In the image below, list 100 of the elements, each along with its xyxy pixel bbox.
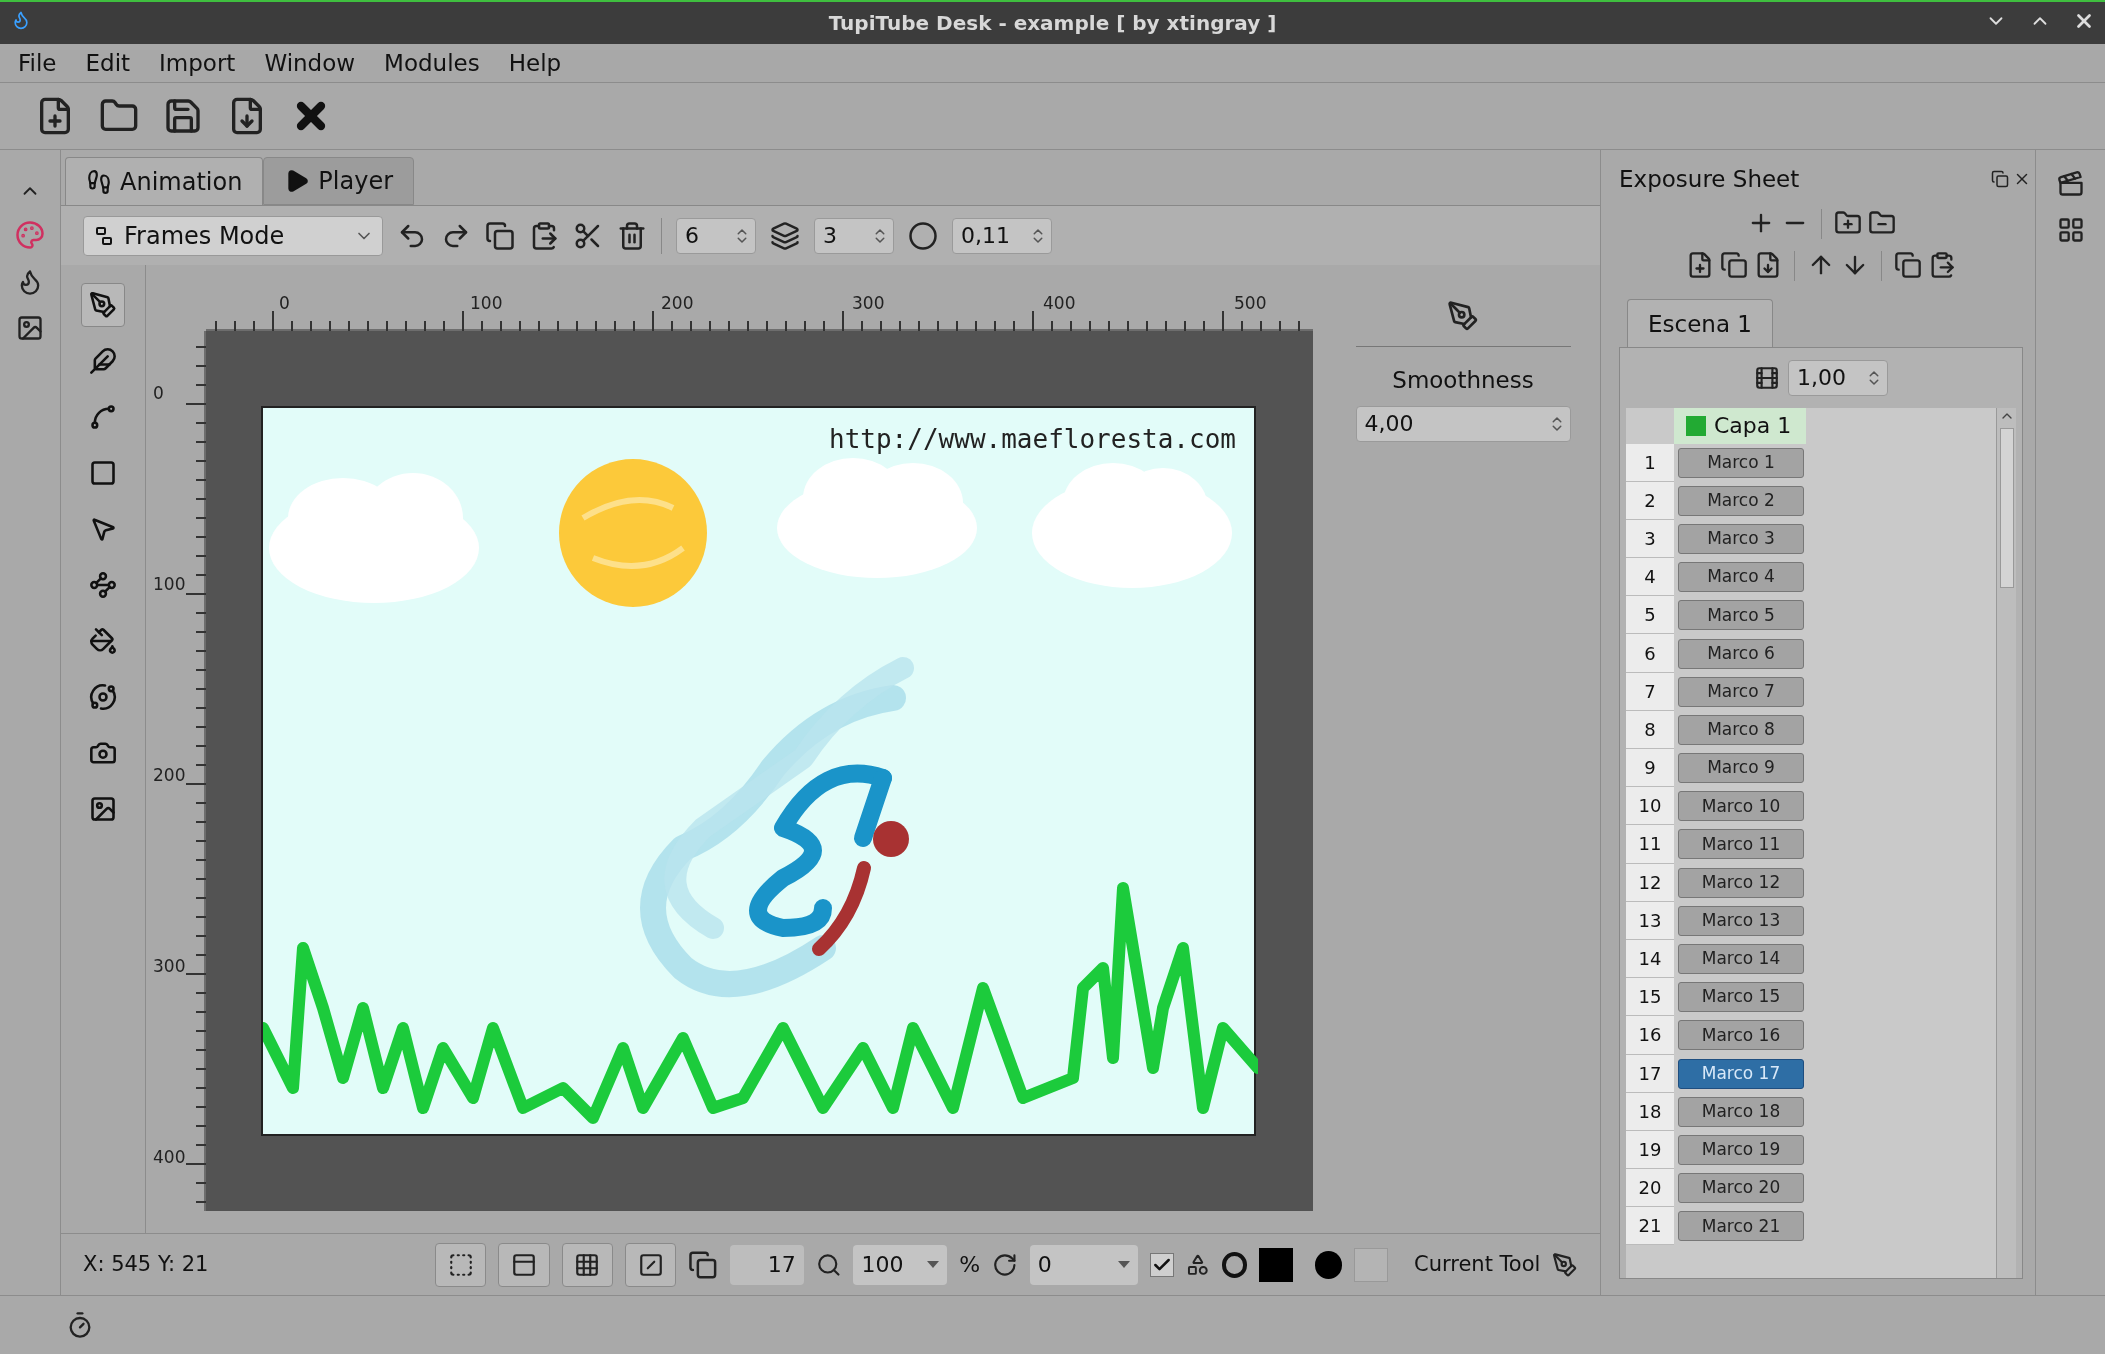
row-number: 6 (1626, 634, 1674, 673)
ruler-label: 400 (153, 1146, 186, 1169)
row-number: 12 (1626, 863, 1674, 902)
mode-dropdown[interactable]: Frames Mode (83, 215, 383, 256)
grid-icon (574, 1251, 601, 1278)
stroke-color-swatch[interactable] (1259, 1247, 1293, 1282)
folder-minus-icon[interactable] (1867, 208, 1896, 237)
row-number: 10 (1626, 787, 1674, 826)
camera-icon (89, 739, 117, 767)
pen-icon (89, 291, 117, 319)
caret-icon[interactable] (927, 1261, 940, 1268)
clapperboard-icon[interactable] (2056, 170, 2085, 198)
rotate-icon[interactable] (992, 1251, 1018, 1278)
frame-cell[interactable]: Marco 16 (1678, 1020, 1804, 1051)
zoom-combobox[interactable]: 100 (853, 1244, 948, 1285)
row-number: 8 (1626, 710, 1674, 749)
frame-cell[interactable]: Marco 5 (1678, 600, 1804, 631)
layers-icon[interactable] (770, 220, 800, 251)
smoothness-spinbox[interactable]: 4,00 (1355, 405, 1571, 442)
ruler-label: 300 (153, 955, 186, 978)
frame-cell[interactable]: Marco 10 (1678, 791, 1804, 822)
frame-number-field[interactable]: 17 (729, 1244, 804, 1285)
fill-color-swatch[interactable] (1354, 1247, 1388, 1282)
menu-item[interactable]: Edit (85, 45, 131, 81)
tab[interactable]: Animation (65, 157, 264, 205)
frame-cell[interactable]: Marco 19 (1678, 1134, 1804, 1165)
row-number: 19 (1626, 1130, 1674, 1170)
row-number: 1 (1626, 443, 1674, 482)
stack-icon[interactable] (688, 1249, 718, 1280)
ruler-label: 0 (279, 292, 290, 315)
rotation-combobox[interactable]: 0 (1029, 1244, 1139, 1285)
view-button[interactable] (498, 1242, 550, 1287)
menu-item[interactable]: Help (508, 45, 562, 81)
smoothness-label: Smoothness (1392, 366, 1534, 395)
ruler-label: 200 (153, 764, 186, 787)
checkbox[interactable] (1150, 1252, 1174, 1277)
bucket-icon (89, 627, 117, 655)
grid-icon[interactable] (2056, 216, 2085, 244)
frame-cell[interactable]: Marco 12 (1678, 867, 1804, 898)
pen-icon (1552, 1251, 1578, 1278)
row-number: 13 (1626, 901, 1674, 940)
float-icon[interactable] (1991, 170, 2009, 189)
frame-cell[interactable]: Marco 2 (1678, 485, 1804, 516)
pen-icon (1447, 300, 1479, 332)
image-icon[interactable] (16, 314, 44, 342)
trash-icon[interactable] (617, 220, 647, 251)
shapes-icon[interactable] (1185, 1252, 1210, 1277)
view-button[interactable] (624, 1242, 677, 1287)
menu-item[interactable]: Window (264, 45, 356, 81)
frame-cell[interactable]: Marco 9 (1678, 753, 1804, 784)
frame-cell[interactable]: Marco 21 (1678, 1211, 1804, 1242)
onion-previous-spinbox[interactable]: 6 (676, 217, 756, 254)
panel-title: Exposure Sheet (1619, 165, 1800, 194)
row-number: 7 (1626, 672, 1674, 711)
ruler-label: 500 (1234, 292, 1267, 315)
row-number: 2 (1626, 481, 1674, 520)
copy-icon[interactable] (1894, 250, 1922, 279)
menu-item[interactable]: File (18, 45, 57, 81)
frame-cell[interactable]: Marco 17 (1678, 1058, 1804, 1089)
row-number: 9 (1626, 749, 1674, 788)
frame-cell[interactable]: Marco 7 (1678, 676, 1804, 707)
view-button[interactable] (561, 1242, 613, 1287)
circle-path-icon (89, 683, 117, 711)
frame-cell[interactable]: Marco 18 (1678, 1096, 1804, 1127)
layer-header[interactable]: Capa 1 (1674, 407, 1806, 444)
fps-spinbox[interactable]: 1,00 (1788, 359, 1888, 396)
menu-item[interactable]: Modules (384, 45, 480, 81)
save-icon[interactable] (163, 96, 203, 136)
menu-item[interactable]: Import (159, 45, 236, 81)
frame-cell[interactable]: Marco 4 (1678, 562, 1804, 593)
frame-cell[interactable]: Marco 14 (1678, 944, 1804, 975)
copy-icon[interactable] (485, 220, 515, 251)
tool-button[interactable] (81, 283, 125, 327)
frame-cell[interactable]: Marco 15 (1678, 982, 1804, 1013)
row-number: 5 (1626, 596, 1674, 635)
opacity-spinbox[interactable]: 0,11 (952, 217, 1052, 254)
view-button[interactable] (435, 1242, 487, 1287)
zoom-icon[interactable] (815, 1251, 842, 1278)
frame-cell[interactable]: Marco 13 (1678, 905, 1804, 936)
onion-next-spinbox[interactable]: 3 (814, 217, 894, 254)
ruler-label: 100 (470, 292, 503, 315)
onion-icon[interactable] (908, 220, 938, 251)
duplicate-icon[interactable] (1720, 250, 1748, 279)
scroll-thumb[interactable] (1999, 427, 2014, 588)
tab[interactable]: Player (263, 157, 415, 205)
scene-tab[interactable]: Escena 1 (1627, 298, 1773, 347)
scrollbar[interactable] (1996, 407, 2016, 1278)
frame-cell[interactable]: Marco 11 (1678, 829, 1804, 860)
square-icon (89, 459, 117, 487)
slashed-square-icon (637, 1251, 664, 1278)
row-number: 18 (1626, 1092, 1674, 1131)
folder-plus-icon[interactable] (1833, 208, 1862, 237)
frame-cell[interactable]: Marco 20 (1678, 1173, 1804, 1204)
frame-cell[interactable]: Marco 3 (1678, 523, 1804, 554)
window-title: TupiTube Desk - example [ by xtingray ] (828, 10, 1277, 37)
frame-cell[interactable]: Marco 1 (1678, 447, 1804, 478)
frame-cell[interactable]: Marco 8 (1678, 714, 1804, 745)
frame-cell[interactable]: Marco 6 (1678, 638, 1804, 669)
caret-icon[interactable] (1118, 1261, 1131, 1268)
pointer-icon (89, 515, 117, 543)
